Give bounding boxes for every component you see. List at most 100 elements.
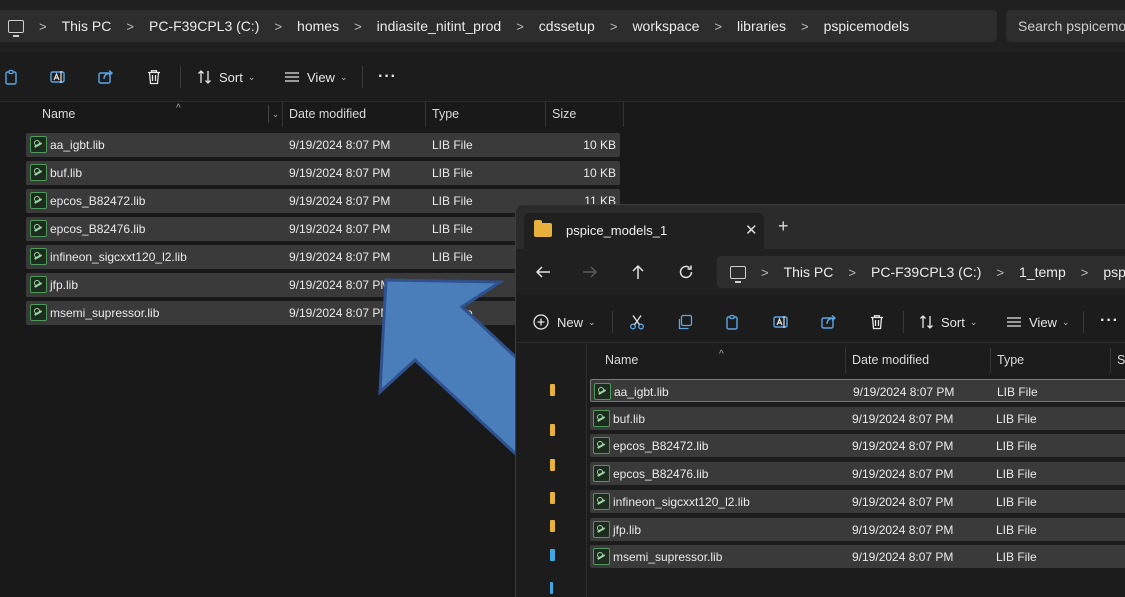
sort-icon xyxy=(920,315,933,329)
front-breadcrumb[interactable]: > This PC > PC-F39CPL3 (C:) >1_temp > pspic xyxy=(717,256,1125,288)
breadcrumb-item[interactable]: PC-F39CPL3 (C:) xyxy=(871,264,981,280)
back-arrow-icon[interactable] xyxy=(535,264,551,280)
more-icon[interactable]: ··· xyxy=(1100,308,1119,334)
breadcrumb-item[interactable]: homes xyxy=(297,18,339,34)
breadcrumb-item[interactable]: libraries xyxy=(737,18,786,34)
breadcrumb-item[interactable]: indiasite_nitint_prod xyxy=(377,18,502,34)
tab-pspice-models[interactable]: pspice_models_1 ✕ xyxy=(524,213,764,249)
chevron-right-icon[interactable]: > xyxy=(848,265,856,280)
file-type: LIB File xyxy=(432,250,473,264)
view-button[interactable]: View ⌄ xyxy=(1006,309,1070,335)
chevron-right-icon[interactable]: > xyxy=(354,19,362,34)
column-date[interactable]: Date modified xyxy=(283,102,426,127)
chevron-down-icon: ⌄ xyxy=(1061,316,1070,327)
rename-button[interactable] xyxy=(773,309,789,335)
column-size[interactable]: Size xyxy=(546,102,624,127)
chevron-right-icon[interactable]: > xyxy=(714,19,722,34)
more-icon[interactable]: ··· xyxy=(378,64,397,90)
column-size[interactable]: Si xyxy=(1111,348,1125,373)
breadcrumb-item[interactable]: pspic xyxy=(1103,264,1125,280)
file-row[interactable]: aa_igbt.lib 9/19/2024 8:07 PM LIB File 10 K… xyxy=(26,133,620,157)
file-date: 9/19/2024 8:07 PM xyxy=(852,467,954,482)
back-window-address-bar: > This PC > PC-F39CPL3 (C:) > homes > indiasite… xyxy=(0,0,1125,52)
chevron-right-icon[interactable]: > xyxy=(761,265,769,280)
column-type[interactable]: Type xyxy=(991,348,1111,373)
paste-button[interactable] xyxy=(4,64,20,90)
nav-folder-icon[interactable] xyxy=(550,424,555,436)
file-row[interactable]: buf.lib 9/19/2024 8:07 PM LIB File 10 KB xyxy=(26,161,620,185)
paste-button[interactable] xyxy=(725,309,741,335)
front-command-bar: New ⌄ Sort ⌄ View ⌄ ··· xyxy=(516,301,1125,343)
lib-file-icon xyxy=(593,548,610,566)
sort-label: Sort xyxy=(219,69,243,85)
nav-folder-icon[interactable] xyxy=(550,384,555,396)
new-label: New xyxy=(557,314,584,330)
file-row[interactable]: msemi_supressor.lib 9/19/2024 8:07 PM LIB … xyxy=(590,545,1125,569)
breadcrumb-item[interactable]: This PC xyxy=(62,18,112,34)
chevron-right-icon[interactable]: > xyxy=(516,19,524,34)
column-name[interactable]: Name ^ xyxy=(599,348,846,373)
search-input[interactable]: Search pspicemo xyxy=(1006,10,1125,42)
copy-button[interactable] xyxy=(677,309,693,335)
chevron-right-icon[interactable]: > xyxy=(1081,265,1089,280)
chevron-right-icon[interactable]: > xyxy=(274,19,282,34)
sort-button[interactable]: Sort ⌄ xyxy=(919,309,977,335)
file-row[interactable]: jfp.lib 9/19/2024 8:07 PM LIB File xyxy=(590,517,1125,541)
file-row[interactable]: buf.lib 9/19/2024 8:07 PM LIB File xyxy=(590,406,1125,430)
add-tab-icon[interactable]: + xyxy=(778,217,789,235)
sort-icon xyxy=(198,70,211,84)
column-type[interactable]: Type xyxy=(426,102,546,127)
back-breadcrumb[interactable]: > This PC > PC-F39CPL3 (C:) > homes > indiasite… xyxy=(0,10,997,42)
view-button[interactable]: View ⌄ xyxy=(284,64,348,90)
rename-button[interactable] xyxy=(50,64,66,90)
file-type: LIB File xyxy=(996,467,1037,482)
nav-folder-icon[interactable] xyxy=(550,492,555,504)
column-name[interactable]: Name ^ xyxy=(36,102,283,127)
cut-button[interactable] xyxy=(629,309,645,335)
file-name: epcos_B82472.lib xyxy=(613,439,709,454)
pane-divider xyxy=(586,344,587,597)
sort-ascending-icon: ^ xyxy=(719,349,724,360)
file-row[interactable]: epcos_B82476.lib 9/19/2024 8:07 PM LIB Fil… xyxy=(590,462,1125,486)
share-button[interactable] xyxy=(821,309,837,335)
breadcrumb-item[interactable]: PC-F39CPL3 (C:) xyxy=(149,18,259,34)
delete-button[interactable] xyxy=(146,64,162,90)
chevron-right-icon[interactable]: > xyxy=(39,19,47,34)
file-row[interactable]: aa_igbt.lib 9/19/2024 8:07 PM LIB File xyxy=(590,379,1125,402)
refresh-icon[interactable] xyxy=(678,264,694,280)
sort-button[interactable]: Sort ⌄ xyxy=(197,64,255,90)
up-arrow-icon[interactable] xyxy=(630,264,646,280)
nav-folder-icon[interactable] xyxy=(550,459,555,471)
breadcrumb-item[interactable]: pspicemodels xyxy=(824,18,910,34)
breadcrumb-item[interactable]: workspace xyxy=(632,18,699,34)
breadcrumb-item[interactable]: 1_temp xyxy=(1019,264,1066,280)
nav-folder-icon[interactable] xyxy=(550,520,555,532)
lib-file-icon xyxy=(30,220,47,237)
breadcrumb-item[interactable]: This PC xyxy=(784,264,834,280)
forward-arrow-icon[interactable] xyxy=(582,264,598,280)
chevron-right-icon[interactable]: > xyxy=(801,19,809,34)
nav-drive-icon[interactable] xyxy=(550,582,553,594)
column-date[interactable]: Date modified xyxy=(846,348,991,373)
file-type: LIB File xyxy=(997,385,1038,399)
file-size: 10 KB xyxy=(583,166,616,180)
chevron-right-icon[interactable]: > xyxy=(610,19,618,34)
breadcrumb-item[interactable]: cdssetup xyxy=(539,18,595,34)
close-icon[interactable]: ✕ xyxy=(745,221,758,239)
share-button[interactable] xyxy=(98,64,114,90)
column-dropdown-icon[interactable]: ⌄ xyxy=(268,105,282,123)
view-icon xyxy=(1007,317,1021,327)
delete-button[interactable] xyxy=(869,309,885,335)
chevron-right-icon[interactable]: > xyxy=(996,265,1004,280)
file-name: epcos_B82472.lib xyxy=(50,194,146,208)
file-row[interactable]: epcos_B82472.lib 9/19/2024 8:07 PM LIB Fil… xyxy=(590,434,1125,458)
nav-drive-icon[interactable] xyxy=(550,549,555,561)
sort-label: Sort xyxy=(941,314,965,330)
cut-icon xyxy=(630,315,644,330)
chevron-right-icon[interactable]: > xyxy=(126,19,134,34)
file-type: LIB File xyxy=(996,494,1037,509)
lib-file-icon xyxy=(30,164,47,181)
new-button[interactable]: New ⌄ xyxy=(533,309,596,335)
file-row[interactable]: infineon_sigcxxt120_l2.lib 9/19/2024 8:07… xyxy=(590,489,1125,513)
file-name: msemi_supressor.lib xyxy=(613,550,723,565)
